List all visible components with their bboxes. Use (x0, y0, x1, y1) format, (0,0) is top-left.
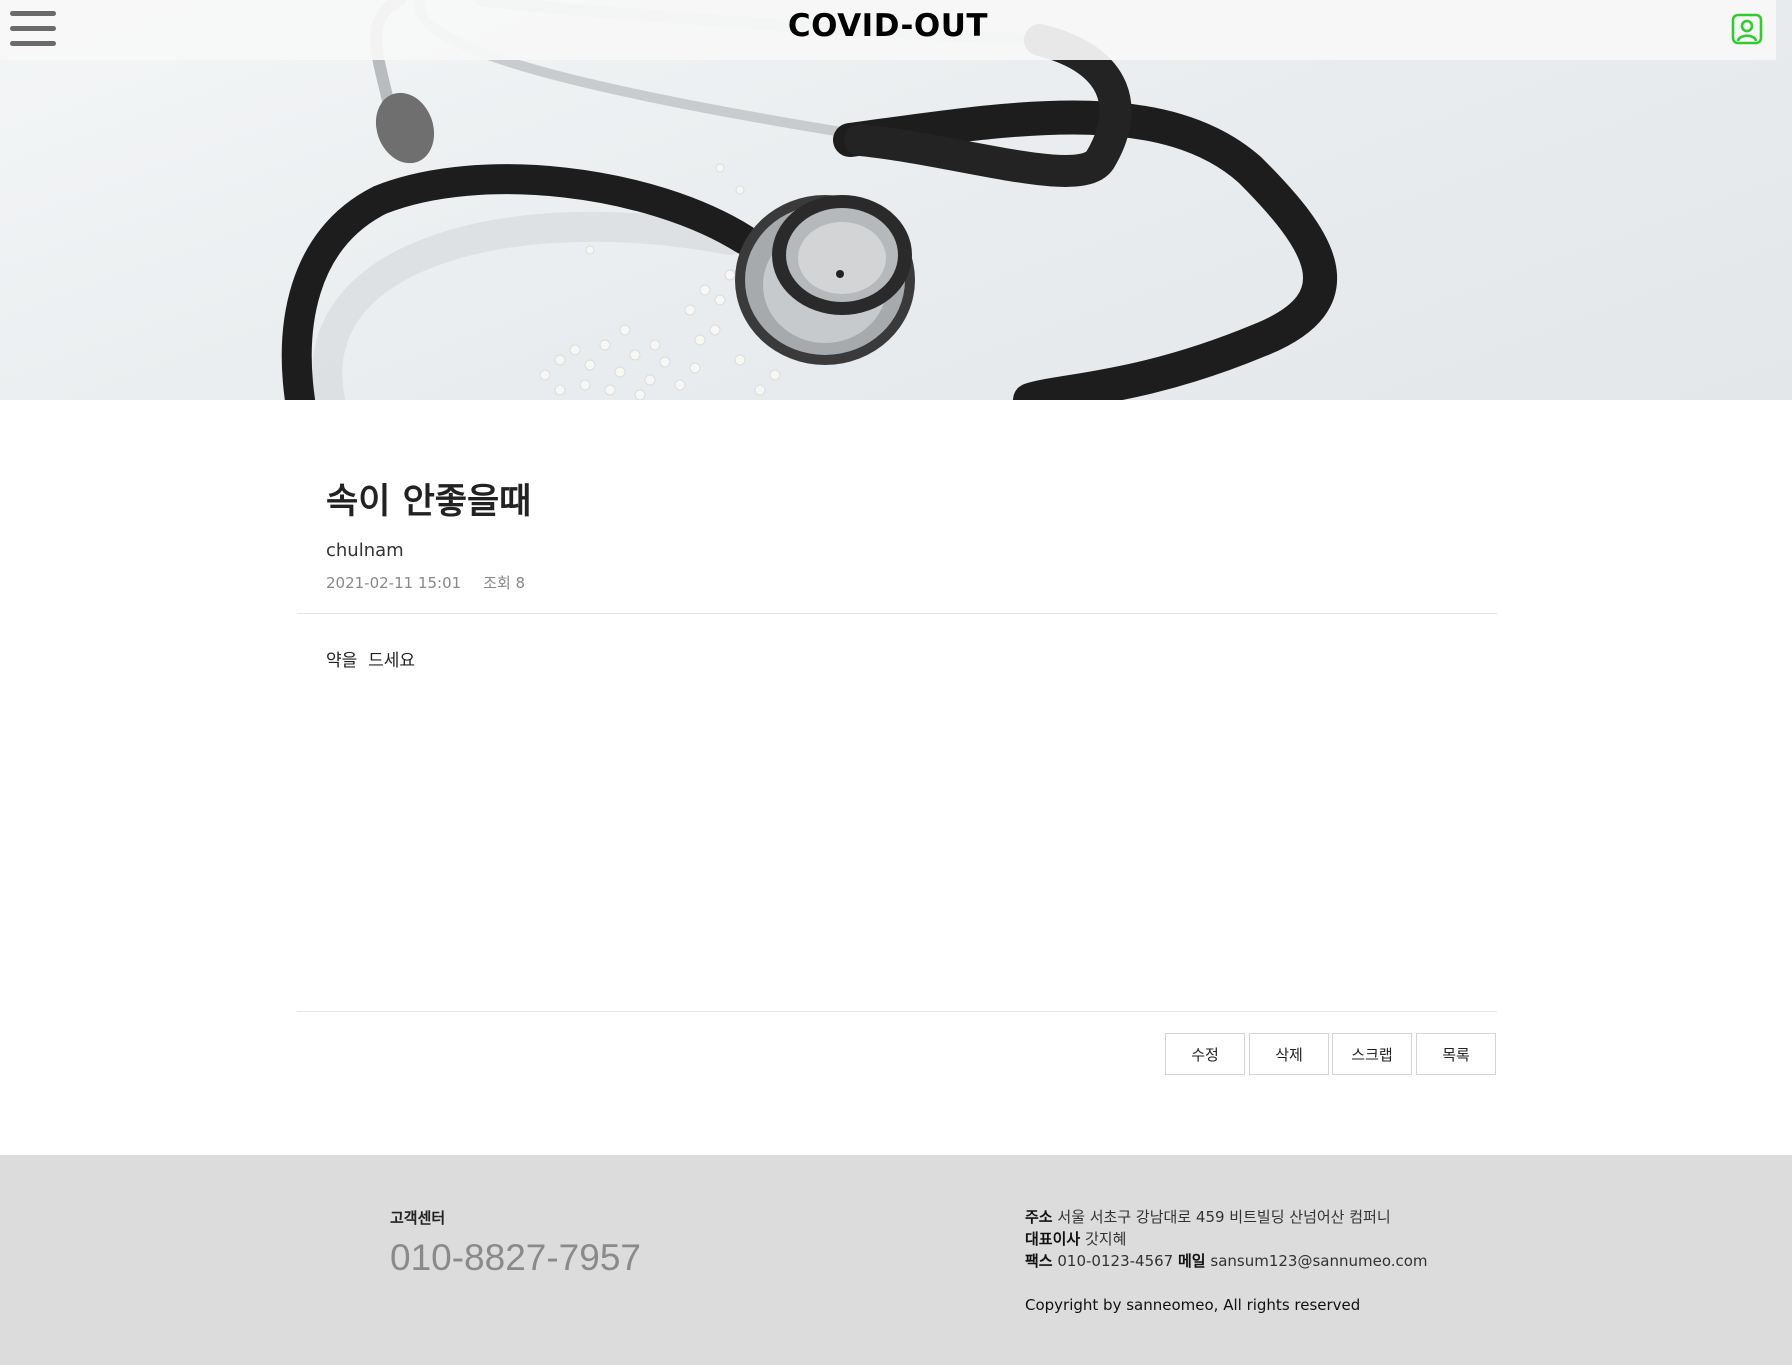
post-views: 조회 8 (483, 574, 526, 592)
content-divider-top (297, 613, 1497, 614)
customer-center-label: 고객센터 (390, 1209, 446, 1227)
ceo-label: 대표이사 (1025, 1230, 1081, 1248)
list-button[interactable]: 목록 (1416, 1033, 1496, 1075)
company-contact-line: 팩스 010-0123-4567 메일 sansum123@sannumeo.c… (1025, 1250, 1428, 1272)
post-body: 약을 드세요 (326, 651, 416, 671)
address-label: 주소 (1025, 1208, 1053, 1226)
copyright-text: Copyright by sanneomeo, All rights reser… (1025, 1296, 1361, 1314)
top-navigation-bar: COVID-OUT (0, 0, 1776, 60)
fax-label: 팩스 (1025, 1252, 1053, 1270)
post-author: chulnam (326, 540, 404, 561)
scrap-button[interactable]: 스크랩 (1332, 1033, 1412, 1075)
edit-button[interactable]: 수정 (1165, 1033, 1245, 1075)
company-info: 주소 서울 서초구 강남대로 459 비트빌딩 산넘어산 컴퍼니 대표이사 갓지… (1025, 1206, 1428, 1272)
address-value: 서울 서초구 강남대로 459 비트빌딩 산넘어산 컴퍼니 (1057, 1208, 1391, 1226)
company-address-line: 주소 서울 서초구 강남대로 459 비트빌딩 산넘어산 컴퍼니 (1025, 1206, 1428, 1228)
fax-value: 010-0123-4567 (1057, 1252, 1174, 1270)
stethoscope-image (281, 0, 1337, 400)
ceo-value: 갓지혜 (1084, 1230, 1127, 1248)
footer: 고객센터 010-8827-7957 주소 서울 서초구 강남대로 459 비트… (0, 1155, 1792, 1365)
customer-center-phone: 010-8827-7957 (390, 1237, 641, 1278)
post-date: 2021-02-11 15:01 (326, 574, 462, 592)
mail-value: sansum123@sannumeo.com (1210, 1252, 1428, 1270)
content-divider-bottom (297, 1011, 1497, 1012)
company-ceo-line: 대표이사 갓지혜 (1025, 1228, 1428, 1250)
delete-button[interactable]: 삭제 (1249, 1033, 1329, 1075)
mail-label: 메일 (1177, 1252, 1206, 1270)
hero-banner (0, 0, 1792, 400)
post-meta: 2021-02-11 15:01 조회 8 (326, 572, 525, 593)
site-logo[interactable]: COVID-OUT (0, 8, 1776, 44)
post-title: 속이 안좋을때 (326, 482, 532, 522)
user-profile-icon[interactable] (1731, 13, 1763, 45)
